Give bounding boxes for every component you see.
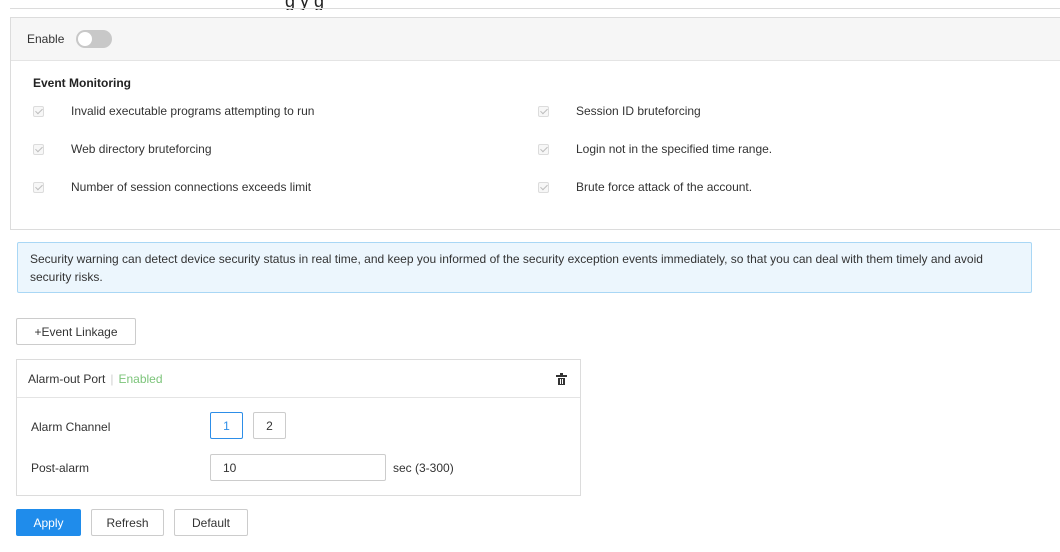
enable-bar: Enable xyxy=(11,18,1060,61)
event-label: Number of session connections exceeds li… xyxy=(71,180,312,194)
event-label: Session ID bruteforcing xyxy=(576,104,701,118)
checkbox[interactable] xyxy=(538,143,549,155)
post-alarm-label: Post-alarm xyxy=(31,461,90,475)
default-button[interactable]: Default xyxy=(174,509,248,536)
checkbox[interactable] xyxy=(538,181,549,193)
enable-label: Enable xyxy=(27,32,65,46)
toggle-knob xyxy=(78,32,93,46)
divider xyxy=(10,8,1060,9)
apply-button[interactable]: Apply xyxy=(16,509,81,536)
trash-icon[interactable] xyxy=(556,373,567,385)
checkbox[interactable] xyxy=(33,143,44,155)
event-item-invalid-executable[interactable]: Invalid executable programs attempting t… xyxy=(33,104,314,118)
checkbox[interactable] xyxy=(33,105,44,117)
event-label: Brute force attack of the account. xyxy=(576,180,753,194)
event-label: Login not in the specified time range. xyxy=(576,142,773,156)
checkbox[interactable] xyxy=(538,105,549,117)
alarm-channel-label: Alarm Channel xyxy=(31,420,111,434)
refresh-button[interactable]: Refresh xyxy=(91,509,164,536)
checkbox[interactable] xyxy=(33,181,44,193)
event-label: Web directory bruteforcing xyxy=(71,142,212,156)
event-monitoring-title: Event Monitoring xyxy=(33,76,131,90)
alarm-channel-1[interactable]: 1 xyxy=(210,412,243,439)
post-alarm-input[interactable] xyxy=(210,454,386,481)
event-item-web-directory[interactable]: Web directory bruteforcing xyxy=(33,142,212,156)
post-alarm-unit: sec (3-300) xyxy=(393,461,454,475)
alarm-out-port-header: Alarm-out Port | Enabled xyxy=(17,360,580,398)
alarm-channel-2[interactable]: 2 xyxy=(253,412,286,439)
top-strip: g y g xyxy=(0,0,1060,10)
event-item-login-time-range[interactable]: Login not in the specified time range. xyxy=(538,142,772,156)
alarm-out-port-card: Alarm-out Port | Enabled Alarm Channel 1… xyxy=(16,359,581,496)
event-item-session-id[interactable]: Session ID bruteforcing xyxy=(538,104,701,118)
event-item-session-connections[interactable]: Number of session connections exceeds li… xyxy=(33,180,311,194)
enable-toggle[interactable] xyxy=(76,30,113,48)
separator: | xyxy=(110,371,114,386)
info-message: Security warning can detect device secur… xyxy=(17,242,1032,293)
event-label: Invalid executable programs attempting t… xyxy=(71,104,315,118)
security-warning-panel: Enable Event Monitoring Invalid executab… xyxy=(10,17,1060,230)
alarm-out-port-title: Alarm-out Port xyxy=(28,371,106,386)
event-linkage-button[interactable]: +Event Linkage xyxy=(16,318,136,345)
event-item-brute-force[interactable]: Brute force attack of the account. xyxy=(538,180,752,194)
status-badge: Enabled xyxy=(118,371,163,386)
